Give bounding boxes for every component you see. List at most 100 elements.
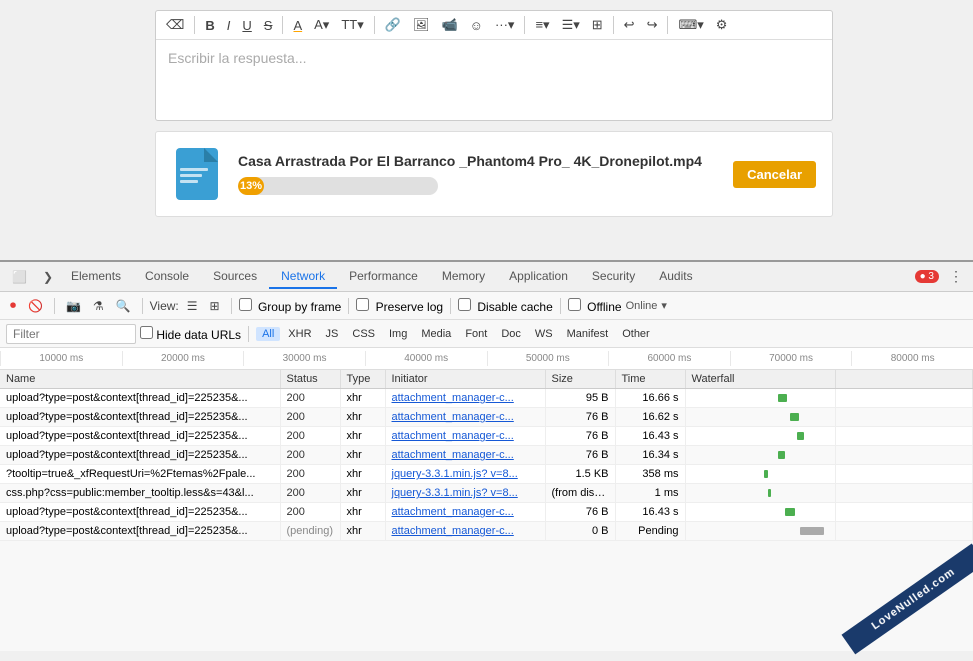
view-list-btn[interactable]: ☰ [183, 297, 202, 315]
editor-toolbar: ⌫ B I U S A A▾ TT▾ 🔗 🖼 📹 ☺ ···▾ ≡▾ ☰▾ ⊞ … [156, 11, 832, 40]
table-row[interactable]: upload?type=post&context[thread_id]=2252… [0, 427, 973, 446]
filter-doc-btn[interactable]: Doc [495, 327, 527, 341]
table-row[interactable]: upload?type=post&context[thread_id]=2252… [0, 522, 973, 541]
cell-initiator[interactable]: attachment_manager-c... [385, 389, 545, 408]
tab-sources[interactable]: Sources [201, 265, 269, 289]
col-header-status[interactable]: Status [280, 370, 340, 389]
file-icon [172, 144, 222, 204]
cell-initiator[interactable]: attachment_manager-c... [385, 522, 545, 541]
cell-name: css.php?css=public:member_tooltip.less&s… [0, 484, 280, 503]
cell-initiator[interactable]: attachment_manager-c... [385, 408, 545, 427]
record-btn[interactable]: ⏺ [6, 296, 20, 315]
more-btn[interactable]: ···▾ [491, 15, 519, 35]
filter-img-btn[interactable]: Img [383, 327, 413, 341]
filter-type-buttons: All XHR JS CSS Img Media Font Doc WS Man… [256, 327, 656, 341]
hide-data-urls-checkbox[interactable] [140, 326, 153, 339]
tab-network[interactable]: Network [269, 265, 337, 289]
table-row[interactable]: upload?type=post&context[thread_id]=2252… [0, 446, 973, 465]
strikethrough-btn[interactable]: S [260, 16, 277, 35]
table-row[interactable]: upload?type=post&context[thread_id]=2252… [0, 408, 973, 427]
table-row[interactable]: css.php?css=public:member_tooltip.less&s… [0, 484, 973, 503]
italic-btn[interactable]: I [223, 16, 235, 35]
preserve-log-checkbox[interactable] [356, 298, 369, 311]
col-header-type[interactable]: Type [340, 370, 385, 389]
font-btn[interactable]: A▾ [310, 15, 333, 35]
group-by-frame-checkbox[interactable] [239, 298, 252, 311]
throttle-dropdown-btn[interactable]: ▾ [661, 299, 667, 312]
eraser-btn[interactable]: ⌫ [162, 15, 188, 35]
filter-media-btn[interactable]: Media [415, 327, 457, 341]
link-btn[interactable]: 🔗 [381, 15, 405, 35]
filter-other-btn[interactable]: Other [616, 327, 656, 341]
camera-btn[interactable]: 📷 [62, 297, 85, 315]
filter-js-btn[interactable]: JS [320, 327, 345, 341]
filter-input[interactable] [6, 324, 136, 344]
elements-icon[interactable]: ⬜ [6, 266, 33, 288]
table-btn[interactable]: ⊞ [588, 15, 607, 35]
cell-extra [835, 427, 973, 446]
cell-initiator[interactable]: attachment_manager-c... [385, 427, 545, 446]
tab-application[interactable]: Application [497, 265, 580, 289]
timeline-tick-3: 30000 ms [243, 351, 365, 366]
table-row[interactable]: upload?type=post&context[thread_id]=2252… [0, 389, 973, 408]
hide-data-urls-label: Hide data URLs [140, 326, 241, 342]
filter-manifest-btn[interactable]: Manifest [561, 327, 615, 341]
progress-bar-container: 13% [238, 177, 438, 195]
cell-extra [835, 389, 973, 408]
redo-btn[interactable]: ↪ [643, 15, 662, 35]
cell-size: 76 B [545, 408, 615, 427]
tab-security[interactable]: Security [580, 265, 647, 289]
tab-audits[interactable]: Audits [647, 265, 704, 289]
settings-gear-btn[interactable]: ⚙ [712, 15, 732, 35]
underline-btn[interactable]: U [238, 16, 255, 35]
cell-initiator[interactable]: jquery-3.3.1.min.js? v=8... [385, 484, 545, 503]
tab-memory[interactable]: Memory [430, 265, 497, 289]
cell-initiator[interactable]: jquery-3.3.1.min.js? v=8... [385, 465, 545, 484]
col-header-name[interactable]: Name [0, 370, 280, 389]
disable-cache-checkbox[interactable] [458, 298, 471, 311]
align-btn[interactable]: ≡▾ [531, 15, 553, 35]
view-grid-btn[interactable]: ⊞ [206, 297, 224, 315]
offline-checkbox[interactable] [568, 298, 581, 311]
cell-status: 200 [280, 446, 340, 465]
filter-css-btn[interactable]: CSS [346, 327, 381, 341]
col-header-waterfall[interactable]: Waterfall [685, 370, 835, 389]
col-header-time[interactable]: Time [615, 370, 685, 389]
cancel-button[interactable]: Cancelar [733, 161, 816, 188]
image-btn[interactable]: 🖼 [409, 15, 434, 35]
font-size-btn[interactable]: TT▾ [337, 15, 367, 35]
tab-console[interactable]: Console [133, 265, 201, 289]
console-icon[interactable]: ❯ [37, 266, 59, 288]
filter-ws-btn[interactable]: WS [529, 327, 559, 341]
clear-btn[interactable]: 🚫 [24, 297, 47, 315]
tab-performance[interactable]: Performance [337, 265, 430, 289]
cell-time: 16.43 s [615, 503, 685, 522]
emoji-btn[interactable]: ☺ [466, 16, 487, 35]
undo-btn[interactable]: ↩ [620, 15, 639, 35]
filter-xhr-btn[interactable]: XHR [282, 327, 317, 341]
video-btn[interactable]: 📹 [437, 15, 461, 35]
cell-size: 1.5 KB [545, 465, 615, 484]
list-btn[interactable]: ☰▾ [558, 15, 584, 35]
filter-all-btn[interactable]: All [256, 327, 280, 341]
search-btn[interactable]: 🔍 [112, 297, 135, 315]
cell-name: upload?type=post&context[thread_id]=2252… [0, 503, 280, 522]
cell-initiator[interactable]: attachment_manager-c... [385, 446, 545, 465]
col-header-initiator[interactable]: Initiator [385, 370, 545, 389]
bold-btn[interactable]: B [201, 16, 218, 35]
highlight-btn[interactable]: A [289, 16, 306, 35]
col-header-size[interactable]: Size [545, 370, 615, 389]
source-btn[interactable]: ⌨▾ [674, 15, 707, 35]
sep4 [524, 16, 525, 34]
filter-font-btn[interactable]: Font [459, 327, 493, 341]
cell-extra [835, 522, 973, 541]
editor-content[interactable]: Escribir la respuesta... [156, 40, 832, 120]
tab-elements[interactable]: Elements [59, 265, 133, 289]
cell-status: 200 [280, 389, 340, 408]
filter-toggle-btn[interactable]: ⚗ [89, 297, 108, 315]
disable-cache-label: Disable cache [458, 298, 553, 314]
cell-initiator[interactable]: attachment_manager-c... [385, 503, 545, 522]
devtools-more-btn[interactable]: ⋮ [943, 264, 969, 289]
table-row[interactable]: ?tooltip=true&_xfRequestUri=%2Ftemas%2Fp… [0, 465, 973, 484]
table-row[interactable]: upload?type=post&context[thread_id]=2252… [0, 503, 973, 522]
